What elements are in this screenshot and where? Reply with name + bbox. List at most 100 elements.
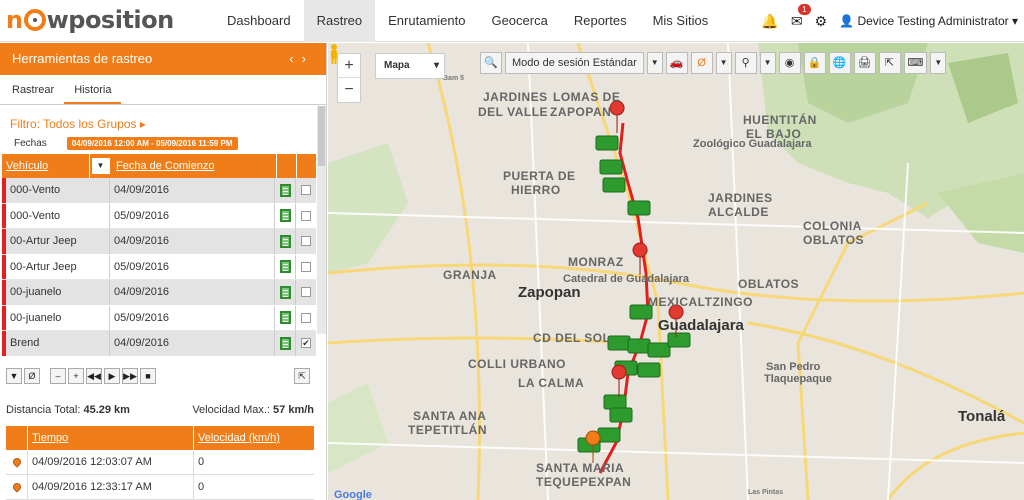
- menu-item-dashboard[interactable]: Dashboard: [214, 0, 304, 42]
- chevron-right-icon[interactable]: ›: [302, 51, 314, 66]
- user-menu[interactable]: 👤 Device Testing Administrator ▾: [839, 14, 1018, 28]
- map-label: JARDINES: [708, 191, 773, 205]
- row-checkbox[interactable]: [301, 312, 311, 323]
- globe-icon[interactable]: 🌐: [828, 52, 851, 74]
- user-label: Device Testing Administrator: [857, 14, 1009, 28]
- report-icon[interactable]: [275, 254, 296, 279]
- map-label: OBLATOS: [803, 233, 865, 247]
- start-date: 05/09/2016: [110, 254, 275, 279]
- map-pin-icon: [10, 456, 23, 468]
- vehicle-name: 00-Artur Jeep: [6, 229, 110, 254]
- trip-stats: Distancia Total: 45.29 km Velocidad Max.…: [6, 404, 314, 416]
- bell-icon[interactable]: 🔔: [761, 13, 778, 30]
- map-label: Las Pintas: [748, 489, 784, 496]
- track-row[interactable]: 04/09/2016 12:03:07 AM 0: [6, 450, 314, 475]
- scroll-thumb[interactable]: [318, 106, 325, 166]
- table-row[interactable]: 00-Artur Jeep 05/09/2016: [2, 254, 316, 280]
- map-view[interactable]: Bam 5 JARDINES DEL VALLE LOMAS DE ZAPOPAN HUE…: [328, 43, 1024, 500]
- table-row[interactable]: 000-Vento 04/09/2016: [2, 178, 316, 204]
- keyboard-dropdown-icon[interactable]: ▼: [930, 52, 947, 74]
- row-checkbox[interactable]: [301, 236, 311, 247]
- hide-icon[interactable]: Ø: [24, 368, 40, 384]
- column-time[interactable]: Tiempo: [28, 426, 194, 450]
- column-select: [297, 154, 314, 178]
- row-checkbox[interactable]: ✔: [301, 338, 311, 349]
- target-icon[interactable]: ◉: [778, 52, 801, 74]
- fast-forward-icon[interactable]: ▶▶: [122, 368, 138, 384]
- map-label: Zoológico Guadalajara: [693, 138, 812, 150]
- row-checkbox[interactable]: [301, 185, 311, 196]
- tab-historia[interactable]: Historia: [64, 75, 122, 104]
- table-row[interactable]: 00-Artur Jeep 04/09/2016: [2, 229, 316, 255]
- keyboard-icon[interactable]: ⌨: [903, 52, 928, 74]
- stop-icon[interactable]: ■: [140, 368, 156, 384]
- column-start-date[interactable]: Fecha de Comienzo: [112, 154, 277, 178]
- map-label: COLONIA: [803, 219, 862, 233]
- zoom-in-button[interactable]: +: [338, 54, 360, 78]
- menu-item-geocerca[interactable]: Geocerca: [478, 0, 560, 42]
- start-date: 05/09/2016: [110, 203, 275, 228]
- visibility-dropdown-icon[interactable]: ▼: [715, 52, 732, 74]
- menu-item-rastreo[interactable]: Rastreo: [303, 0, 376, 42]
- report-icon[interactable]: [275, 280, 296, 305]
- chevron-left-icon[interactable]: ‹: [289, 51, 301, 66]
- location-pin-icon[interactable]: ⚲: [734, 52, 757, 74]
- vehicle-history-grid: Vehículo ▼ Fecha de Comienzo 000-Vento 04…: [2, 154, 316, 357]
- session-mode-select[interactable]: Modo de sesión Estándar: [505, 52, 644, 74]
- vehicle-name: 00-juanelo: [6, 280, 110, 305]
- table-row[interactable]: 00-juanelo 05/09/2016: [2, 305, 316, 331]
- table-row[interactable]: 00-juanelo 04/09/2016: [2, 280, 316, 306]
- group-filter[interactable]: Filtro: Todos los Grupos ▸: [0, 105, 326, 131]
- report-icon[interactable]: [275, 331, 296, 356]
- session-mode-dropdown-icon[interactable]: ▼: [646, 52, 663, 74]
- gear-icon[interactable]: ⚙: [815, 13, 828, 30]
- max-speed-value: 57 km/h: [273, 404, 314, 416]
- report-icon[interactable]: [275, 229, 296, 254]
- table-row[interactable]: 000-Vento 05/09/2016: [2, 203, 316, 229]
- lock-icon[interactable]: 🔒: [803, 52, 826, 74]
- start-date: 04/09/2016: [110, 178, 275, 203]
- export-icon[interactable]: ⇱: [294, 368, 310, 384]
- nowposition-logo[interactable]: n wposition: [6, 5, 174, 35]
- map-label: HIERRO: [511, 183, 561, 197]
- report-icon[interactable]: [275, 305, 296, 330]
- menu-item-enrutamiento[interactable]: Enrutamiento: [375, 0, 478, 42]
- filter-icon[interactable]: ▼: [6, 368, 22, 384]
- visibility-toggle-icon[interactable]: Ø: [690, 52, 713, 74]
- nav-right: 🔔 ✉ 1 ⚙ 👤 Device Testing Administrator ▾: [761, 0, 1018, 42]
- track-row[interactable]: 04/09/2016 12:33:17 AM 0: [6, 475, 314, 500]
- top-nav: n wposition Dashboard Rastreo Enrutamiento G…: [0, 0, 1024, 42]
- row-checkbox[interactable]: [301, 210, 311, 221]
- column-report: [277, 154, 297, 178]
- print-icon[interactable]: 🖨: [853, 52, 876, 74]
- menu-item-mis-sitios[interactable]: Mis Sitios: [640, 0, 722, 42]
- envelope-icon[interactable]: ✉ 1: [791, 3, 811, 30]
- report-icon[interactable]: [275, 203, 296, 228]
- zoom-out-button[interactable]: −: [338, 78, 360, 102]
- plus-icon[interactable]: +: [68, 368, 84, 384]
- grid-scrollbar[interactable]: [317, 106, 326, 334]
- street-view-pegman-icon[interactable]: [328, 43, 340, 65]
- column-speed[interactable]: Velocidad (km/h): [194, 426, 280, 450]
- location-dropdown-icon[interactable]: ▼: [759, 52, 776, 74]
- map-label: Google: [334, 489, 372, 500]
- vehicles-icon[interactable]: 🚗: [665, 52, 688, 74]
- tab-rastrear[interactable]: Rastrear: [2, 75, 64, 104]
- table-row[interactable]: Brend 04/09/2016 ✔: [2, 331, 316, 357]
- map-label: CD DEL SOL: [533, 331, 611, 345]
- map-label: MEXICALTZINGO: [648, 295, 753, 309]
- sort-dropdown-icon[interactable]: ▼: [92, 158, 110, 174]
- row-checkbox[interactable]: [301, 287, 311, 298]
- map-type-select[interactable]: Mapa: [375, 53, 445, 79]
- map-label: TEQUEPEXPAN: [536, 475, 632, 489]
- report-icon[interactable]: [275, 178, 296, 203]
- row-checkbox[interactable]: [301, 261, 311, 272]
- play-icon[interactable]: ▶: [104, 368, 120, 384]
- date-range-picker[interactable]: 04/09/2016 12:00 AM - 05/09/2016 11:59 P…: [66, 137, 238, 150]
- column-vehicle[interactable]: Vehículo: [2, 154, 90, 178]
- menu-item-reportes[interactable]: Reportes: [561, 0, 640, 42]
- export-map-icon[interactable]: ⇱: [878, 52, 901, 74]
- minus-icon[interactable]: –: [50, 368, 66, 384]
- rewind-icon[interactable]: ◀◀: [86, 368, 102, 384]
- search-icon[interactable]: 🔍: [480, 52, 502, 74]
